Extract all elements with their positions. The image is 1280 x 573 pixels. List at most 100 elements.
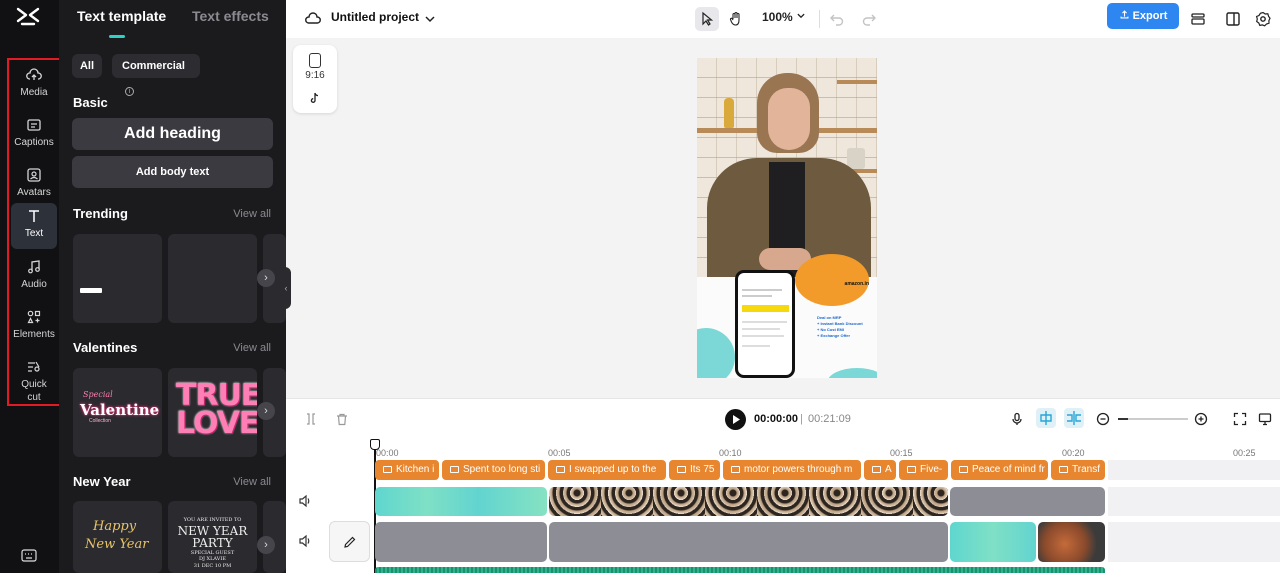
panel-collapse-handle[interactable]: ‹	[281, 267, 291, 309]
undo-icon[interactable]	[825, 7, 849, 31]
trending-template-card[interactable]	[73, 234, 162, 323]
ad-text-line: + No Cost EMI	[817, 327, 845, 332]
video-clip[interactable]	[375, 487, 547, 516]
video-clip[interactable]	[375, 522, 547, 562]
project-title[interactable]: Untitled project	[331, 10, 419, 24]
caption-clip[interactable]: I swapped up to the	[548, 460, 666, 480]
chevron-down-icon	[797, 13, 805, 19]
hand-tool-button[interactable]	[724, 7, 748, 31]
chevron-right-icon[interactable]: ›	[257, 536, 275, 554]
ad-text-line: + Instant Bank Discount	[817, 321, 863, 326]
sidebar-item-elements[interactable]: Elements	[11, 304, 57, 350]
new-year-template-card[interactable]: Happy New Year	[73, 501, 162, 573]
sidebar-item-audio[interactable]: Audio	[11, 254, 57, 300]
music-note-icon	[28, 260, 40, 274]
link-tracks-button[interactable]	[1064, 408, 1084, 428]
video-clip[interactable]	[549, 522, 948, 562]
sidebar-item-text[interactable]: Text	[11, 203, 57, 249]
split-layout-icon[interactable]	[1221, 7, 1245, 31]
sidebar-item-media[interactable]: Media	[11, 62, 57, 108]
caption-text: Peace of mind fr	[972, 464, 1045, 475]
template-text: TRUE LOVE	[176, 378, 257, 441]
zoom-slider[interactable]	[1118, 418, 1188, 420]
preview-monitor-icon[interactable]	[1258, 412, 1272, 426]
add-body-text-button[interactable]: Add body text	[72, 156, 273, 188]
split-clip-icon[interactable]	[304, 412, 318, 426]
edit-pencil-button[interactable]	[329, 521, 370, 562]
info-icon: i	[125, 87, 134, 96]
trending-template-card[interactable]	[168, 234, 257, 323]
zoom-in-icon[interactable]	[1194, 412, 1208, 426]
caption-clip[interactable]: Its 75	[669, 460, 720, 480]
keyboard-icon[interactable]	[21, 549, 37, 562]
caption-icon	[907, 466, 916, 473]
add-heading-button[interactable]: Add heading	[72, 118, 273, 150]
caption-clip[interactable]: Transf	[1051, 460, 1105, 480]
chevron-right-icon[interactable]: ›	[257, 269, 275, 287]
layers-stack-icon[interactable]	[1186, 7, 1210, 31]
ad-text-line: + Exchange Offer	[817, 333, 851, 338]
redo-icon[interactable]	[857, 7, 881, 31]
chevron-right-icon[interactable]: ›	[257, 402, 275, 420]
sidebar-label: Text	[24, 228, 44, 239]
true-love-template-card[interactable]: TRUE LOVE	[168, 368, 257, 457]
play-button[interactable]	[725, 409, 746, 430]
sidebar-label: Elements	[13, 329, 55, 340]
ad-phone-banner	[742, 305, 789, 312]
template-text: Happy	[93, 519, 137, 534]
new-year-party-template-card[interactable]: YOU ARE INVITED TO NEW YEAR PARTY SPECIA…	[168, 501, 257, 573]
timeline-ruler[interactable]: 00:00 00:05 00:10 00:15 00:20 00:25	[372, 439, 1280, 458]
trending-view-all-link[interactable]: View all	[233, 208, 271, 220]
caption-clip[interactable]: Kitchen i	[375, 460, 439, 480]
select-pointer-tool-button[interactable]	[695, 7, 719, 31]
tab-text-template[interactable]: Text template	[77, 8, 166, 24]
sidebar-label: Media	[20, 87, 48, 98]
zoom-level[interactable]: 100%	[762, 10, 806, 24]
cloud-icon[interactable]	[301, 7, 325, 31]
zoom-out-icon[interactable]	[1096, 412, 1110, 426]
time-separator: |	[800, 413, 803, 425]
ruler-label: 00:25	[1233, 448, 1256, 458]
video-clip[interactable]	[1038, 522, 1105, 562]
video-clip[interactable]	[950, 487, 1105, 516]
caption-clip[interactable]: Spent too long sti	[442, 460, 545, 480]
new-year-view-all-link[interactable]: View all	[233, 476, 271, 488]
microphone-icon[interactable]	[1010, 412, 1024, 426]
settings-gear-icon[interactable]	[1251, 7, 1275, 31]
caption-text: Its 75	[690, 464, 715, 475]
aspect-ratio-card[interactable]: 9:16	[293, 45, 337, 113]
chevron-down-icon[interactable]	[418, 7, 442, 31]
caption-icon	[677, 466, 686, 473]
caption-clip[interactable]: Five-	[899, 460, 948, 480]
auto-snap-icon	[1040, 411, 1052, 425]
delete-trash-icon[interactable]	[335, 412, 349, 426]
sidebar-item-captions[interactable]: Captions	[11, 112, 57, 158]
tab-text-effects[interactable]: Text effects	[192, 8, 269, 24]
video-preview[interactable]: amazon.in Deal on MRP + Instant Bank Dis…	[697, 58, 877, 378]
sidebar-item-quick-cut[interactable]: Quick cut	[11, 354, 57, 404]
timeline-panel: 00:00:00 | 00:21:09 00:00 00:05 00:10 00…	[286, 398, 1280, 573]
zoom-slider-fill	[1118, 418, 1128, 420]
capcut-logo-icon[interactable]	[16, 6, 40, 26]
valentines-view-all-link[interactable]: View all	[233, 342, 271, 354]
presenter-face	[768, 88, 810, 150]
caption-clip[interactable]: A	[864, 460, 896, 480]
audio-waveform-clip[interactable]	[375, 567, 1105, 573]
filter-commercial[interactable]: Commercial i	[112, 54, 200, 96]
upload-icon	[1120, 10, 1129, 19]
fit-screen-icon[interactable]	[1233, 412, 1247, 426]
caption-clip[interactable]: Peace of mind fr	[951, 460, 1048, 480]
speaker-volume-icon[interactable]	[298, 494, 312, 508]
speaker-volume-icon[interactable]	[298, 534, 312, 548]
tool-highlight-box: Media Captions Avatars Text Audio Elemen…	[7, 58, 61, 406]
kitchen-shelf	[837, 80, 877, 84]
magnet-snap-button[interactable]	[1036, 408, 1056, 428]
export-button[interactable]: Export	[1107, 3, 1179, 29]
sidebar-item-avatars[interactable]: Avatars	[11, 162, 57, 208]
video-clip[interactable]	[549, 487, 948, 516]
filter-all[interactable]: All	[72, 54, 102, 78]
valentine-template-card[interactable]: Special Valentine Collection	[73, 368, 162, 457]
video-clip[interactable]	[950, 522, 1036, 562]
caption-clip[interactable]: motor powers through m	[723, 460, 861, 480]
phone-portrait-icon	[309, 53, 321, 68]
